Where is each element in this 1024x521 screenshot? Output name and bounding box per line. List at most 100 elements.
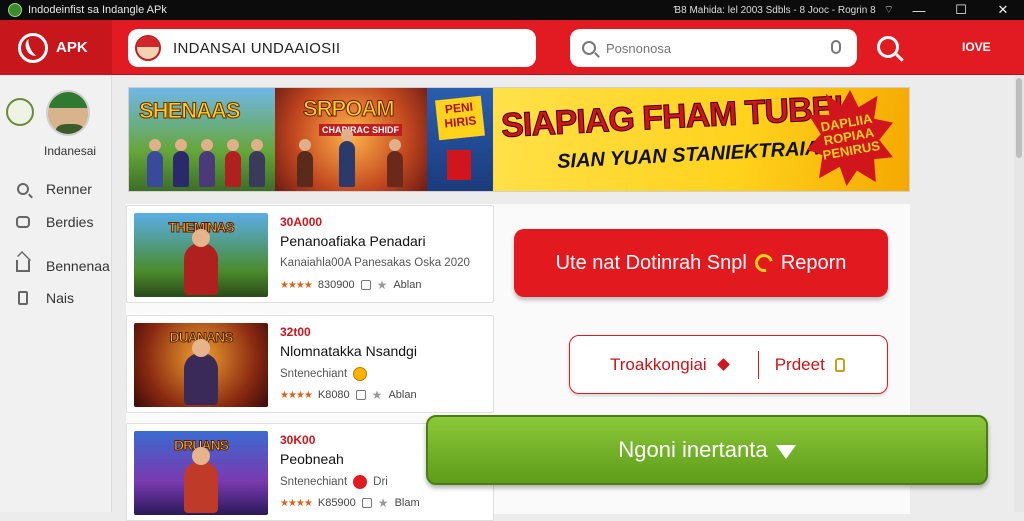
rating-stars: ★★★★: [280, 389, 313, 401]
sidebar-item-berdies[interactable]: Berdies: [14, 213, 93, 231]
more-button[interactable]: IOVE: [962, 40, 991, 54]
avatar: [135, 35, 161, 61]
search-input[interactable]: [606, 40, 826, 56]
game-title: Penanoafiaka Penadari: [280, 233, 426, 249]
tag-label: Blam: [394, 497, 420, 509]
banner-panel-2-title: SRPOAM: [303, 96, 396, 122]
star-icon: ★: [376, 278, 388, 292]
wifi-icon: ⌔: [883, 4, 894, 16]
card-meta: ★★★★ K85900 ★ Blam: [280, 496, 420, 510]
search-icon: [14, 180, 32, 198]
logo[interactable]: APK: [0, 20, 112, 75]
banner-subline: SIAN YUAN STANIEKTRAIA!: [556, 136, 827, 174]
game-title: Peobneah: [280, 451, 344, 467]
app-header: APK INDANSAI UNDAAIOSII IOVE: [0, 20, 1024, 75]
recommend-button[interactable]: Troakkongiai Prdeet: [569, 335, 888, 394]
update-button[interactable]: Ute nat Dotinrah Snpl Reporn: [514, 229, 888, 297]
star-icon: ★: [377, 496, 389, 510]
minimize-button[interactable]: —: [902, 0, 936, 20]
character-figure: [339, 129, 355, 187]
list-item[interactable]: DUANANS 32t00 Nlomnatakka Nsandgi Sntene…: [126, 315, 494, 413]
home-icon: [14, 257, 32, 275]
banner-panel-2: SRPOAM CHAPIRAC SHIDF: [275, 88, 427, 191]
scrollbar[interactable]: [1014, 76, 1024, 512]
update-report-label: Reporn: [780, 251, 847, 274]
sidebar-item-renner[interactable]: Renner: [14, 180, 92, 198]
profile-avatar[interactable]: [46, 90, 90, 136]
character-figure: [387, 139, 403, 187]
status-text: Ɓ8 Mahida: lel 2003 Sdbls - 8 Jooc - Rog…: [673, 4, 876, 16]
tag-label: Ablan: [388, 389, 417, 401]
refresh-icon: [751, 250, 777, 276]
window-title: Indodeinfist sa Indangle APk: [28, 4, 167, 16]
diamond-icon: [716, 358, 730, 371]
scrollbar-thumb[interactable]: [1016, 78, 1022, 158]
rating-stars: ★★★★: [280, 279, 313, 291]
game-subtitle-row: Sntenechiant Dri: [280, 475, 388, 489]
header-search-icon[interactable]: [877, 36, 899, 58]
search-field[interactable]: [570, 29, 857, 67]
titlebar-right: Ɓ8 Mahida: lel 2003 Sdbls - 8 Jooc - Rog…: [674, 0, 1024, 20]
card-meta: ★★★★ 830900 ★ Ablan: [280, 278, 421, 292]
character-figure: [249, 139, 265, 187]
banner-panel-2-subtitle: CHAPIRAC SHIDF: [319, 124, 403, 136]
banner-red-tag: [447, 150, 471, 180]
promo-banner[interactable]: SHENAAS SRPOAM CHAPIRAC SHIDF PENI HIRIS…: [128, 87, 910, 192]
sidebar-item-nais[interactable]: Nais: [14, 289, 74, 307]
sidebar: Indanesai Renner Berdies Bennenaa Nais: [0, 76, 112, 512]
game-subtitle-row: Sntenechiant: [280, 367, 368, 381]
install-button[interactable]: Ngoni inertanta: [426, 415, 988, 485]
divider: [757, 350, 759, 379]
banner-panel-1-title: SHENAAS: [139, 98, 242, 124]
game-thumbnail: DUANANS: [134, 323, 268, 407]
character-figure: [297, 139, 313, 187]
banner-panel-3: PENI HIRIS: [427, 88, 493, 191]
banner-headline: SIAPIAG FHAM TUBE!: [500, 89, 845, 146]
microphone-icon[interactable]: [831, 40, 841, 54]
character-figure: [199, 139, 215, 187]
game-subtitle: Sntenechiant: [280, 476, 348, 488]
character-figure: [147, 139, 163, 187]
profile-name: Indanesai: [44, 144, 97, 158]
tag-label: Ablan: [393, 279, 422, 291]
maximize-button[interactable]: ☐: [944, 0, 978, 20]
character-figure: [184, 229, 218, 295]
game-title: Nlomnatakka Nsandgi: [280, 343, 417, 359]
star-icon: ★: [371, 388, 383, 402]
app-search-box[interactable]: INDANSAI UNDAAIOSII: [128, 29, 536, 67]
cloud-icon: [14, 213, 32, 231]
game-thumbnail: THEMINAS: [134, 213, 268, 297]
price-label: 30K00: [280, 433, 316, 447]
logo-text: APK: [56, 39, 88, 56]
sidebar-item-bennenaa[interactable]: Bennenaa: [14, 257, 110, 275]
list-item[interactable]: THEMINAS 30A000 Penanoafiaka Penadari Ka…: [126, 205, 494, 303]
character-figure: [173, 139, 189, 187]
thumbs-up-icon: [834, 357, 845, 372]
character-figure: [184, 339, 218, 405]
banner-badge: PENI HIRIS: [435, 95, 485, 141]
price-label: 30A000: [280, 215, 323, 229]
banner-panel-4: SIAPIAG FHAM TUBE! SIAN YUAN STANIEKTRAI…: [493, 88, 909, 191]
sidebar-item-label: Renner: [46, 181, 92, 197]
rating-count: K85900: [317, 497, 356, 509]
mastercard-icon: [353, 475, 368, 489]
sidebar-item-label: Berdies: [46, 214, 94, 230]
character-figure: [184, 447, 218, 513]
report-label[interactable]: Prdeet: [775, 355, 825, 375]
price-label: 32t00: [280, 325, 311, 339]
search-icon: [582, 41, 596, 55]
banner-panel-1: SHENAAS: [129, 88, 275, 191]
sidebar-item-label: Bennenaa: [46, 258, 110, 274]
rating-count: K8080: [317, 389, 350, 401]
emblem-icon: [6, 98, 34, 126]
recommend-label: Troakkongiai: [610, 354, 707, 374]
game-thumbnail: DRUANS: [134, 431, 268, 515]
info-icon: [361, 498, 372, 508]
info-icon: [355, 390, 366, 400]
info-icon: [360, 280, 371, 290]
game-subtitle: Kanaiahla00A Panesakas Oska 2020: [280, 257, 470, 269]
app-icon: [8, 3, 22, 17]
card-meta: ★★★★ K8080 ★ Ablan: [280, 388, 417, 402]
close-button[interactable]: ✕: [986, 0, 1020, 20]
coin-icon: [353, 367, 368, 381]
